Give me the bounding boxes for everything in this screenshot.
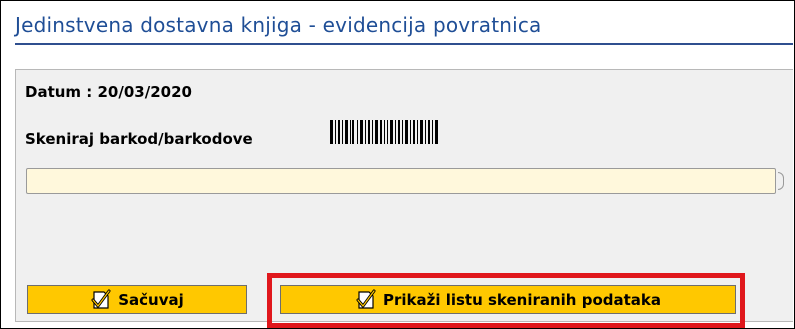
title-divider xyxy=(15,43,793,45)
input-right-edge xyxy=(778,172,784,190)
highlight-annotation xyxy=(267,273,745,328)
page-title: Jedinstvena dostavna knjiga - evidencija… xyxy=(15,13,542,37)
app-window: Jedinstvena dostavna knjiga - evidencija… xyxy=(0,0,795,329)
date-label: Datum : 20/03/2020 xyxy=(25,83,192,101)
barcode-scan-input[interactable] xyxy=(26,168,776,194)
save-button[interactable]: Sačuvaj xyxy=(27,285,247,314)
save-button-label: Sačuvaj xyxy=(118,290,184,309)
barcode-icon xyxy=(330,120,438,144)
scan-barcode-label: Skeniraj barkod/barkodove xyxy=(25,130,253,148)
checkmark-document-icon xyxy=(91,289,111,309)
